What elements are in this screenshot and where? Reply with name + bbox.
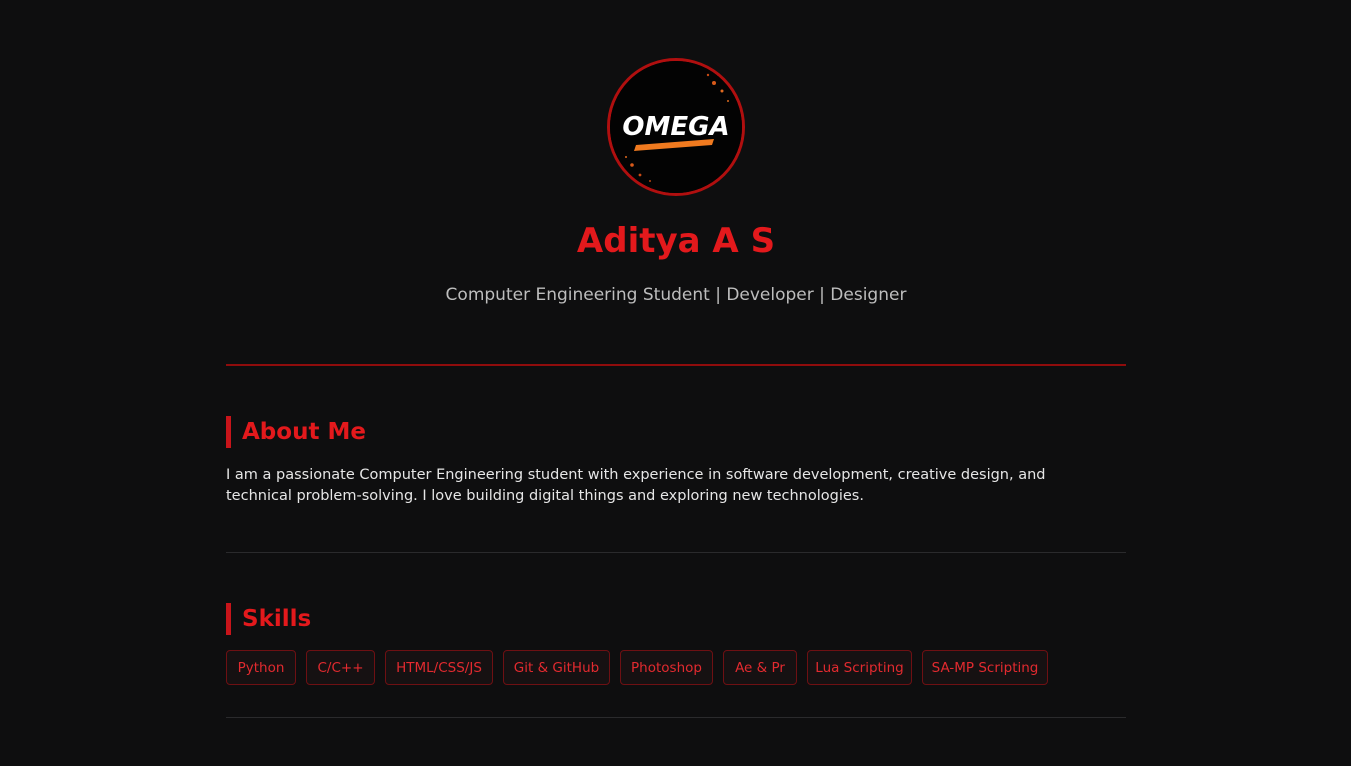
header-divider — [226, 364, 1126, 366]
skill-chip-git-github: Git & GitHub — [503, 650, 610, 685]
about-section-title: About Me — [226, 416, 366, 448]
section-divider — [226, 552, 1126, 553]
portfolio-page: OMEGA Aditya A S Computer Engineering St… — [0, 0, 1351, 766]
skill-chip-ae-pr: Ae & Pr — [723, 650, 797, 685]
logo-text: OMEGA — [622, 112, 729, 142]
skill-chip-sa-mp-scripting: SA-MP Scripting — [922, 650, 1048, 685]
avatar: OMEGA — [607, 58, 745, 196]
skill-chip-html-css-js: HTML/CSS/JS — [385, 650, 493, 685]
skill-chip-lua-scripting: Lua Scripting — [807, 650, 912, 685]
profile-name: Aditya A S — [576, 221, 776, 261]
omega-logo-image: OMEGA — [610, 61, 742, 193]
skill-chip-c-cpp: C/C++ — [306, 650, 375, 685]
skill-chip-photoshop: Photoshop — [620, 650, 713, 685]
skills-section-title: Skills — [226, 603, 311, 635]
about-text: I am a passionate Computer Engineering s… — [226, 467, 1046, 504]
section-divider — [226, 717, 1126, 718]
skills-list: Python C/C++ HTML/CSS/JS Git & GitHub Ph… — [226, 650, 1126, 687]
skill-chip-python: Python — [226, 650, 296, 685]
profile-tagline: Computer Engineering Student | Developer… — [445, 285, 907, 305]
